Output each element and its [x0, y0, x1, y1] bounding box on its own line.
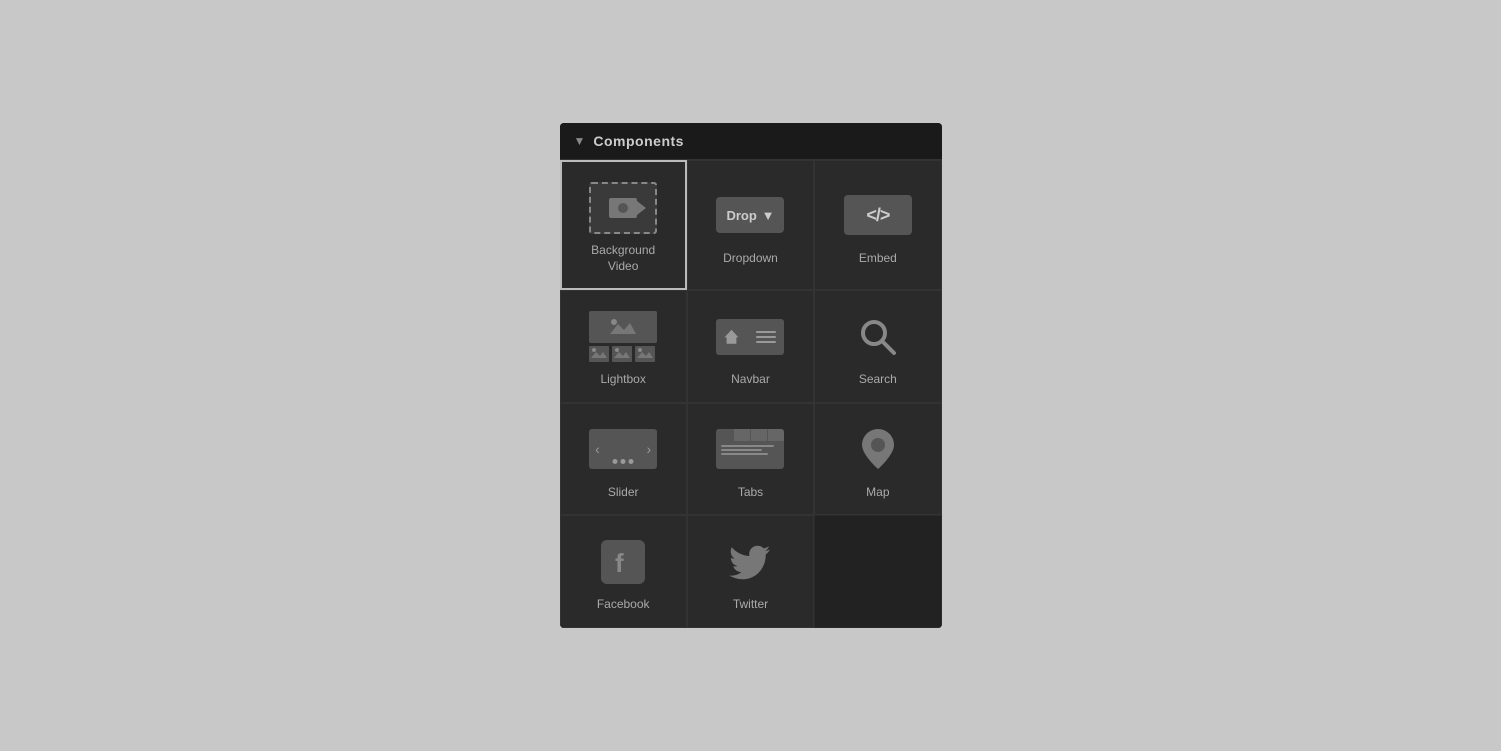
component-lightbox[interactable]: Lightbox [560, 290, 687, 403]
dropdown-label: Dropdown [723, 251, 778, 267]
background-video-label: BackgroundVideo [591, 243, 655, 274]
panel-header: ▼ Components [560, 123, 942, 160]
map-label: Map [866, 485, 889, 501]
component-facebook[interactable]: f Facebook [560, 515, 687, 628]
search-icon [856, 315, 900, 359]
embed-label: Embed [859, 251, 897, 267]
empty-cell [814, 515, 941, 628]
home-icon [724, 330, 738, 344]
background-video-icon [588, 180, 658, 235]
navbar-icon [715, 309, 785, 364]
facebook-label: Facebook [597, 597, 650, 613]
components-grid: BackgroundVideo Drop ▼ Dropdown </> Embe… [560, 160, 942, 628]
twitter-label: Twitter [733, 597, 768, 613]
hamburger-icon [756, 331, 776, 343]
component-search[interactable]: Search [814, 290, 941, 403]
twitter-icon [715, 534, 785, 589]
map-pin-icon [860, 427, 896, 471]
component-navbar[interactable]: Navbar [687, 290, 814, 403]
collapse-arrow-icon[interactable]: ▼ [574, 134, 586, 148]
svg-text:f: f [615, 548, 624, 578]
dropdown-icon: Drop ▼ [715, 188, 785, 243]
facebook-logo-icon: f [601, 540, 645, 584]
tabs-icon [715, 422, 785, 477]
panel-title: Components [593, 133, 684, 149]
component-twitter[interactable]: Twitter [687, 515, 814, 628]
thumb1-svg [589, 346, 609, 362]
components-panel: ▼ Components BackgroundVideo Drop ▼ [560, 123, 942, 628]
lightbox-main-svg [604, 314, 642, 340]
slider-icon: ‹ › [588, 422, 658, 477]
component-slider[interactable]: ‹ › Slider [560, 403, 687, 516]
embed-icon: </> [843, 188, 913, 243]
navbar-label: Navbar [731, 372, 770, 388]
component-background-video[interactable]: BackgroundVideo [560, 160, 687, 290]
component-dropdown[interactable]: Drop ▼ Dropdown [687, 160, 814, 290]
component-map[interactable]: Map [814, 403, 941, 516]
slider-label: Slider [608, 485, 639, 501]
component-embed[interactable]: </> Embed [814, 160, 941, 290]
thumb3-svg [635, 346, 655, 362]
map-icon-wrap [843, 422, 913, 477]
component-tabs[interactable]: Tabs [687, 403, 814, 516]
search-label: Search [859, 372, 897, 388]
search-icon-wrap [843, 309, 913, 364]
lightbox-icon [588, 309, 658, 364]
tabs-label: Tabs [738, 485, 763, 501]
twitter-bird-icon [728, 540, 772, 584]
lightbox-label: Lightbox [600, 372, 645, 388]
thumb2-svg [612, 346, 632, 362]
facebook-icon: f [588, 534, 658, 589]
